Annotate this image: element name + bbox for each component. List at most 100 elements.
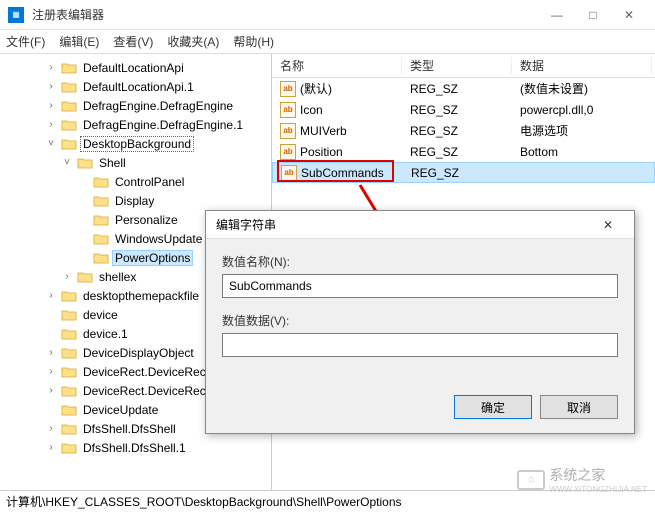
- list-row[interactable]: abMUIVerbREG_SZ电源选项: [272, 120, 655, 141]
- minimize-button[interactable]: —: [539, 1, 575, 29]
- close-button[interactable]: ✕: [611, 1, 647, 29]
- col-name[interactable]: 名称: [272, 57, 402, 74]
- folder-icon: [61, 365, 77, 379]
- cell-type: REG_SZ: [403, 166, 513, 180]
- folder-icon: [93, 251, 109, 265]
- value-name: Position: [300, 145, 343, 159]
- list-row[interactable]: ab SubCommands REG_SZ: [272, 162, 655, 183]
- tree-expand-icon[interactable]: ›: [44, 119, 58, 130]
- tree-expand-icon[interactable]: ˅: [44, 138, 58, 149]
- watermark: ⌂ 系统之家 WWW.XITONGZHIJIA.NET: [517, 465, 647, 494]
- dialog-titlebar[interactable]: 编辑字符串 ✕: [206, 211, 634, 239]
- cell-name: ab(默认): [272, 80, 402, 97]
- folder-icon: [93, 175, 109, 189]
- folder-icon: [77, 270, 93, 284]
- tree-item[interactable]: ˅DesktopBackground: [0, 134, 271, 153]
- col-type[interactable]: 类型: [402, 57, 512, 74]
- folder-icon: [93, 232, 109, 246]
- tree-expand-icon[interactable]: ›: [44, 366, 58, 377]
- folder-icon: [61, 422, 77, 436]
- menu-edit[interactable]: 编辑(E): [59, 33, 99, 50]
- menu-help[interactable]: 帮助(H): [233, 33, 274, 50]
- tree-item[interactable]: ControlPanel: [0, 172, 271, 191]
- menu-favorites[interactable]: 收藏夹(A): [167, 33, 219, 50]
- tree-item-label: DfsShell.DfsShell: [80, 421, 179, 437]
- col-data[interactable]: 数据: [512, 57, 652, 74]
- value-data-label: 数值数据(V):: [222, 312, 618, 329]
- value-name-input[interactable]: [222, 274, 618, 298]
- tree-item-label: DeviceUpdate: [80, 402, 161, 418]
- folder-icon: [93, 194, 109, 208]
- tree-item-label: DeviceRect.DeviceRect.1: [80, 383, 222, 399]
- string-value-icon: ab: [280, 102, 296, 118]
- list-body: ab(默认)REG_SZ(数值未设置)abIconREG_SZpowercpl.…: [272, 78, 655, 183]
- list-row[interactable]: abIconREG_SZpowercpl.dll,0: [272, 99, 655, 120]
- menu-view[interactable]: 查看(V): [113, 33, 153, 50]
- status-path: 计算机\HKEY_CLASSES_ROOT\DesktopBackground\…: [6, 495, 402, 509]
- tree-item[interactable]: › DefaultLocationApi.1: [0, 77, 271, 96]
- menu-file[interactable]: 文件(F): [6, 33, 45, 50]
- tree-expand-icon[interactable]: ›: [44, 385, 58, 396]
- dialog-buttons: 确定 取消: [206, 385, 634, 433]
- tree-expand-icon[interactable]: ›: [44, 100, 58, 111]
- tree-expand-icon[interactable]: ›: [44, 347, 58, 358]
- value-name: Icon: [300, 103, 323, 117]
- folder-icon: [61, 403, 77, 417]
- list-row[interactable]: abPositionREG_SZBottom: [272, 141, 655, 162]
- folder-icon: [61, 118, 77, 132]
- tree-item-label: desktopthemepackfile: [80, 288, 202, 304]
- tree-item-label: WindowsUpdate: [112, 231, 205, 247]
- tree-expand-icon[interactable]: ›: [60, 271, 74, 282]
- tree-item-label: shellex: [96, 269, 139, 285]
- string-value-icon: ab: [280, 123, 296, 139]
- titlebar: ▦ 注册表编辑器 — □ ✕: [0, 0, 655, 30]
- cell-data: Bottom: [512, 145, 652, 159]
- tree-expand-icon[interactable]: ›: [44, 442, 58, 453]
- tree-item[interactable]: ˅ Shell: [0, 153, 271, 172]
- cell-name: abPosition: [272, 144, 402, 160]
- tree-expand-icon[interactable]: ›: [44, 81, 58, 92]
- cell-type: REG_SZ: [402, 145, 512, 159]
- cell-type: REG_SZ: [402, 103, 512, 117]
- app-icon: ▦: [8, 7, 24, 23]
- tree-item-label: device: [80, 307, 121, 323]
- dialog-body: 数值名称(N): 数值数据(V):: [206, 239, 634, 385]
- tree-item-label: DfsShell.DfsShell.1: [80, 440, 189, 456]
- cell-name: abMUIVerb: [272, 123, 402, 139]
- cancel-button[interactable]: 取消: [540, 395, 618, 419]
- list-row[interactable]: ab(默认)REG_SZ(数值未设置): [272, 78, 655, 99]
- folder-icon: [61, 289, 77, 303]
- tree-item-label: DeviceRect.DeviceRect: [80, 364, 212, 380]
- dialog-title: 编辑字符串: [216, 216, 592, 233]
- tree-item[interactable]: ›DefragEngine.DefragEngine: [0, 96, 271, 115]
- value-name: SubCommands: [301, 166, 384, 180]
- string-value-icon: ab: [281, 165, 297, 181]
- tree-expand-icon[interactable]: ›: [44, 62, 58, 73]
- tree-item-label: DefragEngine.DefragEngine.1: [80, 117, 246, 133]
- list-header: 名称 类型 数据: [272, 54, 655, 78]
- folder-icon: [61, 346, 77, 360]
- tree-item[interactable]: Display: [0, 191, 271, 210]
- tree-item-label: DefaultLocationApi.1: [80, 79, 197, 95]
- value-data-input[interactable]: [222, 333, 618, 357]
- edit-string-dialog: 编辑字符串 ✕ 数值名称(N): 数值数据(V): 确定 取消: [205, 210, 635, 434]
- cell-type: REG_SZ: [402, 82, 512, 96]
- dialog-close-button[interactable]: ✕: [592, 218, 624, 232]
- tree-expand-icon[interactable]: ›: [44, 423, 58, 434]
- watermark-url: WWW.XITONGZHIJIA.NET: [549, 485, 647, 494]
- ok-button[interactable]: 确定: [454, 395, 532, 419]
- tree-item-label: Shell: [96, 155, 129, 171]
- folder-icon: [61, 327, 77, 341]
- tree-item[interactable]: ›DefaultLocationApi: [0, 58, 271, 77]
- folder-icon: [93, 213, 109, 227]
- folder-icon: [61, 137, 77, 151]
- folder-icon: [61, 441, 77, 455]
- tree-item[interactable]: › DefragEngine.DefragEngine.1: [0, 115, 271, 134]
- maximize-button[interactable]: □: [575, 1, 611, 29]
- tree-expand-icon[interactable]: ˅: [60, 157, 74, 168]
- tree-expand-icon[interactable]: ›: [44, 290, 58, 301]
- tree-item-label: PowerOptions: [112, 250, 193, 266]
- cell-name: ab SubCommands: [273, 165, 403, 181]
- folder-icon: [61, 99, 77, 113]
- tree-item[interactable]: › DfsShell.DfsShell.1: [0, 438, 271, 457]
